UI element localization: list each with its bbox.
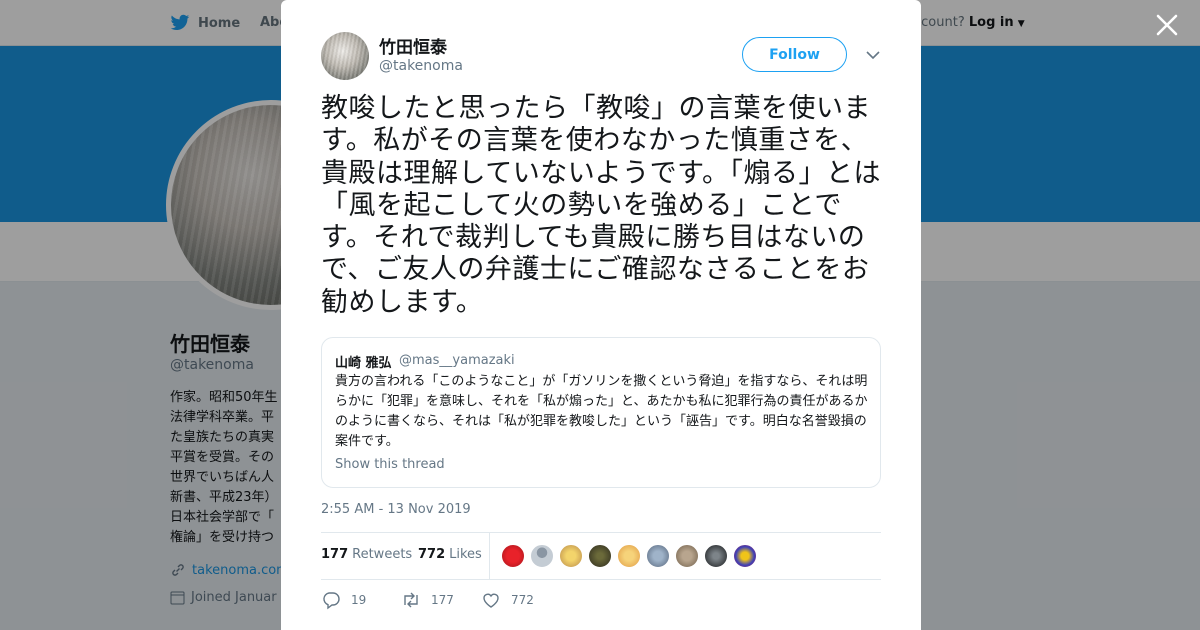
tweet-modal: 竹田恒泰 @takenoma Follow 教唆したと思ったら「教唆」の言葉を使… bbox=[281, 0, 921, 630]
tweet-timestamp[interactable]: 2:55 AM - 13 Nov 2019 bbox=[321, 502, 471, 517]
follow-button[interactable]: Follow bbox=[742, 37, 847, 72]
liker-avatar[interactable] bbox=[704, 544, 728, 568]
reply-action[interactable]: 19 bbox=[321, 590, 366, 610]
retweet-icon bbox=[404, 592, 418, 608]
heart-icon bbox=[483, 593, 499, 608]
author-name[interactable]: 竹田恒泰 bbox=[379, 33, 447, 58]
show-thread-link[interactable]: Show this thread bbox=[335, 457, 445, 472]
quoted-author-name: 山崎 雅弘 bbox=[335, 356, 392, 371]
tweet-actions: 19 177 772 bbox=[321, 590, 881, 612]
tweet-text: 教唆したと思ったら「教唆」の言葉を使います。私がその言葉を使わなかった慎重さを、… bbox=[321, 93, 881, 318]
quoted-tweet[interactable]: 山崎 雅弘 @mas__yamazaki 貴方の言われる「このようなこと」が「ガ… bbox=[321, 337, 881, 488]
retweets-label: Retweets bbox=[352, 547, 413, 562]
like-action[interactable]: 772 bbox=[481, 590, 534, 610]
likes-count: 772 bbox=[418, 547, 446, 562]
liker-avatar[interactable] bbox=[559, 544, 583, 568]
likes-label: Likes bbox=[449, 547, 482, 562]
retweets-count: 177 bbox=[321, 547, 349, 562]
quoted-author-handle: @mas__yamazaki bbox=[399, 353, 515, 368]
liker-avatar[interactable] bbox=[530, 544, 554, 568]
reply-icon bbox=[323, 592, 340, 610]
close-icon[interactable] bbox=[1154, 12, 1180, 38]
like-count: 772 bbox=[511, 593, 534, 607]
stats-divider bbox=[489, 533, 490, 579]
liker-avatar[interactable] bbox=[501, 544, 525, 568]
author-avatar[interactable] bbox=[321, 32, 369, 80]
likes-stat[interactable]: 772 Likes bbox=[418, 547, 482, 562]
chevron-down-icon[interactable] bbox=[865, 47, 881, 63]
quoted-text: 貴方の言われる「このようなこと」が「ガソリンを撒くという脅迫」を指すなら、それは… bbox=[335, 374, 868, 449]
liker-avatar[interactable] bbox=[646, 544, 670, 568]
tweet-stats: 177 Retweets 772 Likes bbox=[321, 532, 881, 580]
liker-avatar[interactable] bbox=[588, 544, 612, 568]
liker-avatar[interactable] bbox=[675, 544, 699, 568]
author-handle[interactable]: @takenoma bbox=[379, 58, 463, 74]
retweets-stat[interactable]: 177 Retweets bbox=[321, 547, 412, 562]
liker-avatar[interactable] bbox=[617, 544, 641, 568]
retweet-action[interactable]: 177 bbox=[401, 590, 454, 610]
reply-count: 19 bbox=[351, 593, 367, 607]
retweet-count: 177 bbox=[431, 593, 454, 607]
liker-avatar[interactable] bbox=[733, 544, 757, 568]
